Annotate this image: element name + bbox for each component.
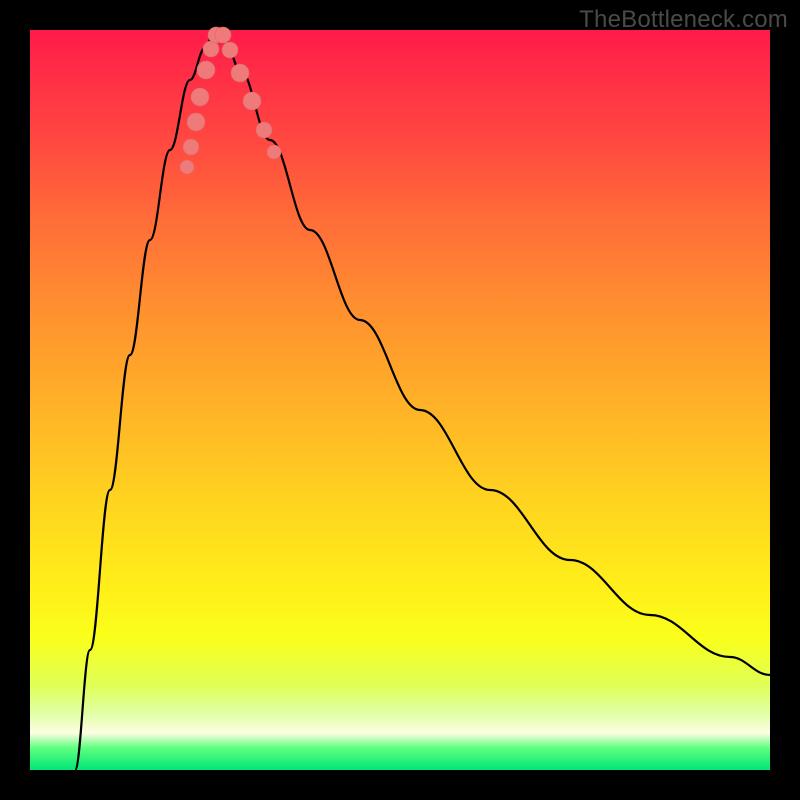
curve-right-branch	[218, 30, 770, 675]
data-marker	[183, 139, 199, 155]
data-marker	[222, 42, 238, 58]
data-marker	[215, 27, 231, 43]
data-marker	[197, 61, 215, 79]
data-marker	[256, 122, 272, 138]
data-marker	[187, 113, 205, 131]
data-marker	[191, 88, 209, 106]
chart-container: TheBottleneck.com	[0, 0, 800, 800]
data-marker	[203, 41, 219, 57]
chart-svg	[30, 30, 770, 770]
plot-area	[30, 30, 770, 770]
data-marker	[267, 145, 281, 159]
data-marker	[180, 160, 194, 174]
watermark-text: TheBottleneck.com	[579, 6, 788, 34]
marker-cluster	[180, 27, 281, 174]
data-marker	[231, 64, 249, 82]
data-marker	[243, 92, 261, 110]
